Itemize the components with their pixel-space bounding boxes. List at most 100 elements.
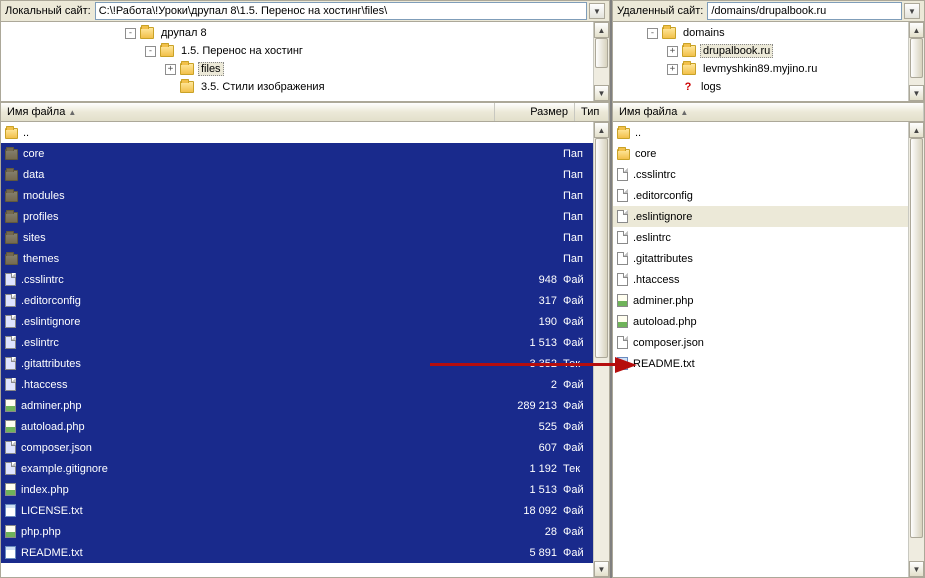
tree-item[interactable]: -1.5. Перенос на хостинг [5,42,609,60]
file-type: Пап [563,211,593,223]
scroll-down-icon[interactable]: ▼ [594,561,609,577]
toggle-blank [667,82,678,93]
file-name: themes [23,253,489,265]
list-item[interactable]: autoload.php525Фай [1,416,593,437]
remote-path-input[interactable] [707,2,902,20]
scroll-down-icon[interactable]: ▼ [594,85,609,101]
list-item[interactable]: .eslintignore190Фай [1,311,593,332]
file-size: 18 092 [489,505,563,517]
list-item[interactable]: composer.json [613,332,908,353]
col-type[interactable]: Тип [575,103,609,121]
list-item[interactable]: LICENSE.txt18 092Фай [1,500,593,521]
file-name: index.php [21,484,489,496]
tree-item[interactable]: +files [5,60,609,78]
col-name[interactable]: Имя файла▲ [1,103,495,121]
scrollbar-thumb[interactable] [595,138,608,358]
col-name-label: Имя файла [7,106,65,118]
file-name: .eslintrc [633,232,908,244]
list-item[interactable]: themesПап [1,248,593,269]
file-name: adminer.php [633,295,908,307]
php-icon [617,315,628,328]
list-item[interactable]: index.php1 513Фай [1,479,593,500]
list-item[interactable]: adminer.php289 213Фай [1,395,593,416]
file-name: .csslintrc [633,169,908,181]
folder-icon [140,27,154,39]
col-type-label: Тип [581,106,599,118]
tree-item[interactable]: -друпал 8 [5,24,609,42]
local-list-scrollbar[interactable]: ▲ ▼ [593,122,609,577]
scroll-up-icon[interactable]: ▲ [909,122,924,138]
scroll-up-icon[interactable]: ▲ [909,22,924,38]
remote-path-bar: Удаленный сайт: ▼ [612,0,925,22]
list-item[interactable]: .eslintrc [613,227,908,248]
scroll-down-icon[interactable]: ▼ [909,85,924,101]
file-icon [617,189,628,202]
scrollbar-thumb[interactable] [910,138,923,538]
list-item[interactable]: php.php28Фай [1,521,593,542]
php-icon [617,294,628,307]
list-item[interactable]: .csslintrc [613,164,908,185]
list-item[interactable]: dataПап [1,164,593,185]
remote-list-scrollbar[interactable]: ▲ ▼ [908,122,924,577]
scrollbar-thumb[interactable] [595,38,608,68]
list-item[interactable]: sitesПап [1,227,593,248]
list-item[interactable]: composer.json607Фай [1,437,593,458]
list-item[interactable]: core [613,143,908,164]
file-icon [5,273,16,286]
list-item[interactable]: autoload.php [613,311,908,332]
file-size: 1 513 [489,484,563,496]
collapse-icon[interactable]: - [145,46,156,57]
local-tree-scrollbar[interactable]: ▲ ▼ [593,22,609,101]
expand-icon[interactable]: + [667,46,678,57]
php-icon [5,483,16,496]
col-size[interactable]: Размер [495,103,575,121]
scroll-down-icon[interactable]: ▼ [909,561,924,577]
file-icon [617,231,628,244]
tree-item[interactable]: +levmyshkin89.myjino.ru [617,60,924,78]
file-name: .editorconfig [633,190,908,202]
file-name: adminer.php [21,400,489,412]
scrollbar-thumb[interactable] [910,38,923,78]
col-name[interactable]: Имя файла▲ [613,103,924,121]
folder-icon [5,170,18,181]
list-item[interactable]: README.txt [613,353,908,374]
tree-item[interactable]: +drupalbook.ru [617,42,924,60]
scroll-up-icon[interactable]: ▲ [594,22,609,38]
list-item[interactable]: .eslintignore [613,206,908,227]
list-item[interactable]: .gitattributes3 352Тек [1,353,593,374]
list-item[interactable]: adminer.php [613,290,908,311]
list-item[interactable]: README.txt5 891Фай [1,542,593,563]
local-path-dropdown-icon[interactable]: ▼ [589,3,605,19]
collapse-icon[interactable]: - [125,28,136,39]
list-item[interactable]: coreПап [1,143,593,164]
scroll-up-icon[interactable]: ▲ [594,122,609,138]
file-name: README.txt [633,358,908,370]
list-item[interactable]: .. [1,122,593,143]
list-item[interactable]: .gitattributes [613,248,908,269]
file-name: .htaccess [21,379,489,391]
remote-path-dropdown-icon[interactable]: ▼ [904,3,920,19]
list-item[interactable]: .editorconfig317Фай [1,290,593,311]
list-item[interactable]: .editorconfig [613,185,908,206]
list-item[interactable]: .eslintrc1 513Фай [1,332,593,353]
list-item[interactable]: .htaccess [613,269,908,290]
col-name-label: Имя файла [619,106,677,118]
expand-icon[interactable]: + [667,64,678,75]
tree-item[interactable]: 3.5. Стили изображения [5,78,609,96]
list-item[interactable]: .htaccess2Фай [1,374,593,395]
expand-icon[interactable]: + [165,64,176,75]
list-item[interactable]: modulesПап [1,185,593,206]
tree-item-label: 3.5. Стили изображения [198,80,328,94]
tree-item[interactable]: -domains [617,24,924,42]
file-name: LICENSE.txt [21,505,489,517]
remote-tree-scrollbar[interactable]: ▲ ▼ [908,22,924,101]
local-path-input[interactable] [95,2,587,20]
tree-item[interactable]: ?logs [617,78,924,96]
sort-asc-icon: ▲ [68,108,76,117]
collapse-icon[interactable]: - [647,28,658,39]
list-item[interactable]: .. [613,122,908,143]
list-item[interactable]: example.gitignore1 192Тек [1,458,593,479]
list-item[interactable]: .csslintrc948Фай [1,269,593,290]
remote-column-headers: Имя файла▲ [612,102,925,122]
list-item[interactable]: profilesПап [1,206,593,227]
